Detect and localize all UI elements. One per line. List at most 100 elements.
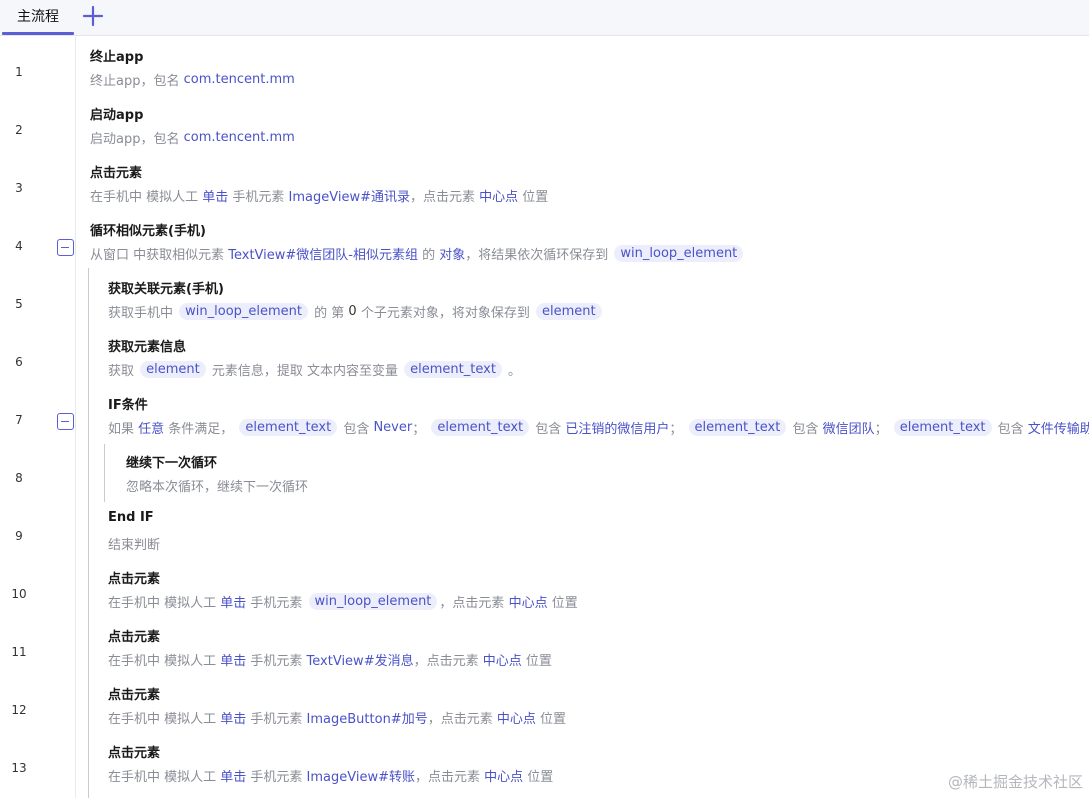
param-link[interactable]: com.tencent.mm: [184, 130, 295, 145]
flow-step[interactable]: 继续下一次循环忽略本次循环，继续下一次循环: [126, 452, 1089, 510]
param-link[interactable]: 中心点: [483, 650, 522, 669]
desc-text: 位置: [518, 190, 549, 205]
param-link[interactable]: TextView#微信团队-相似元素组: [228, 244, 418, 263]
desc-text: 在手机中 模拟人工: [108, 596, 221, 611]
step-description: 如果 任意 条件满足， element_text 包含 Never； eleme…: [108, 418, 1089, 437]
variable-chip[interactable]: element_text: [404, 361, 502, 378]
collapse-minus-icon[interactable]: [57, 413, 74, 430]
step-description: 在手机中 模拟人工 单击 手机元素 TextView#发消息 ，点击元素 中心点 …: [108, 650, 552, 669]
param-link[interactable]: 单击: [202, 186, 228, 205]
param-link[interactable]: 单击: [220, 708, 246, 727]
desc-text: 结束判断: [108, 538, 161, 553]
param-link[interactable]: 单击: [220, 592, 246, 611]
param-link[interactable]: 中心点: [497, 708, 536, 727]
desc-text: 元素信息，提取 文本内容至变量: [207, 364, 403, 379]
variable-chip[interactable]: win_loop_element: [308, 593, 438, 610]
param-link[interactable]: 文件传输助: [1028, 418, 1089, 437]
param-link[interactable]: ImageView#通讯录: [289, 186, 410, 205]
line-number: 9: [15, 529, 23, 543]
desc-text: 位置: [521, 654, 552, 669]
variable-chip[interactable]: win_loop_element: [614, 245, 744, 262]
param-link[interactable]: ImageView#转账: [307, 766, 415, 785]
variable-chip[interactable]: element_text: [431, 419, 530, 436]
step-title: 继续下一次循环: [126, 456, 218, 471]
desc-text: 位置: [547, 596, 578, 611]
param-link[interactable]: 中心点: [484, 766, 523, 785]
desc-text: 包含: [339, 422, 374, 437]
collapse-minus-icon[interactable]: [57, 239, 74, 256]
desc-text: 位置: [535, 712, 566, 727]
param-link[interactable]: 对象: [439, 244, 465, 263]
line-number: 3: [15, 181, 23, 195]
desc-text: 在手机中 模拟人工: [108, 770, 221, 785]
desc-text: ，点击元素: [413, 654, 483, 669]
desc-text: 终止app，包名: [90, 74, 184, 89]
desc-text: 手机元素: [228, 190, 289, 205]
param-link[interactable]: com.tencent.mm: [184, 72, 295, 87]
step-description: 启动app，包名 com.tencent.mm: [90, 128, 295, 147]
variable-chip[interactable]: element_text: [893, 419, 992, 436]
param-link[interactable]: 任意: [138, 418, 164, 437]
desc-text: ；: [874, 422, 892, 437]
variable-chip[interactable]: element_text: [688, 419, 787, 436]
flow-step[interactable]: End IF 结束判断: [108, 510, 1089, 568]
param-link[interactable]: 微信团队: [823, 418, 875, 437]
variable-chip[interactable]: element_text: [239, 419, 338, 436]
desc-text: 启动app，包名: [90, 132, 184, 147]
flow-step[interactable]: 终止app 终止app，包名 com.tencent.mm: [90, 46, 1089, 104]
flow-step[interactable]: 点击元素 在手机中 模拟人工 单击 手机元素 ImageView#通讯录 ，点击元素…: [90, 162, 1089, 220]
param-link[interactable]: 中心点: [509, 592, 548, 611]
flow-step[interactable]: 启动app 启动app，包名 com.tencent.mm: [90, 104, 1089, 162]
desc-text: 从窗口 中获取相似元素: [90, 248, 229, 263]
flow-step[interactable]: 循环相似元素(手机) 从窗口 中获取相似元素 TextView#微信团队-相似元素…: [90, 220, 1089, 278]
desc-text: ；: [669, 422, 687, 437]
param-link[interactable]: TextView#发消息: [307, 650, 414, 669]
step-description: 从窗口 中获取相似元素 TextView#微信团队-相似元素组 的 对象 ，将结果…: [90, 244, 745, 263]
desc-text: 在手机中 模拟人工: [108, 654, 221, 669]
desc-text: 在手机中 模拟人工: [108, 712, 221, 727]
param-link[interactable]: 单击: [220, 766, 246, 785]
desc-text: 个子元素对象，将对象保存到: [356, 306, 534, 321]
step-description: 在手机中 模拟人工 单击 手机元素 ImageButton#加号 ，点击元素 中心…: [108, 708, 566, 727]
variable-chip[interactable]: element: [535, 303, 602, 320]
desc-text: 在手机中 模拟人工: [90, 190, 203, 205]
step-title: 点击元素: [108, 688, 161, 703]
desc-text: 手机元素: [246, 712, 307, 727]
variable-chip[interactable]: win_loop_element: [179, 303, 309, 320]
flow-step[interactable]: 点击元素 在手机中 模拟人工 单击 手机元素 TextView#发消息 ，点击元素 …: [108, 626, 1089, 684]
flow-step[interactable]: 点击元素在手机中 模拟人工 单击 手机元素 ImageButton#加号 ，点击元…: [108, 684, 1089, 742]
step-title: 获取元素信息: [108, 340, 187, 355]
flow-step[interactable]: 获取元素信息获取 element 元素信息，提取 文本内容至变量 element…: [108, 336, 1089, 394]
line-number: 13: [11, 761, 27, 775]
step-title: 启动app: [90, 108, 144, 123]
flow-step[interactable]: IF条件 如果 任意 条件满足， element_text 包含 Never； e…: [108, 394, 1089, 452]
step-description: 获取手机中 win_loop_element 的 第 0 个子元素对象，将对象保…: [108, 302, 604, 321]
step-description: 获取 element 元素信息，提取 文本内容至变量 element_text …: [108, 360, 521, 379]
desc-text: 的 第: [310, 306, 349, 321]
flow-step[interactable]: 点击元素 在手机中 模拟人工 单击 手机元素 win_loop_element ，点…: [108, 568, 1089, 626]
line-number: 6: [15, 355, 23, 369]
param-link[interactable]: 单击: [220, 650, 246, 669]
desc-text: 位置: [523, 770, 554, 785]
watermark: @稀土掘金技术社区: [947, 773, 1083, 791]
flow-step[interactable]: 获取关联元素(手机) 获取手机中 win_loop_element 的 第 0 个…: [108, 278, 1089, 336]
param-link[interactable]: 中心点: [479, 186, 518, 205]
param-link[interactable]: Never: [373, 420, 412, 435]
line-number: 2: [15, 123, 23, 137]
desc-text: 手机元素: [246, 596, 307, 611]
variable-chip[interactable]: element: [140, 361, 206, 378]
desc-text: ，点击元素: [410, 190, 480, 205]
step-title: 点击元素: [108, 746, 161, 761]
plus-icon[interactable]: [80, 3, 106, 29]
desc-text: 。: [503, 364, 522, 379]
step-title: IF条件: [108, 398, 148, 413]
step-description: 忽略本次循环，继续下一次循环: [126, 476, 308, 495]
tab-main-flow[interactable]: 主流程: [2, 0, 74, 36]
param-link[interactable]: 已注销的微信用户: [565, 418, 669, 437]
param-link[interactable]: ImageButton#加号: [307, 708, 428, 727]
flow-step[interactable]: 点击元素 在手机中 模拟人工 单击 手机元素 ImageView#转账 ，点击元素 …: [108, 742, 1089, 798]
line-number: 4: [15, 239, 23, 253]
desc-text: 如果: [108, 422, 139, 437]
tab-bar: 主流程: [0, 0, 1089, 36]
param-value: 0: [348, 304, 357, 319]
